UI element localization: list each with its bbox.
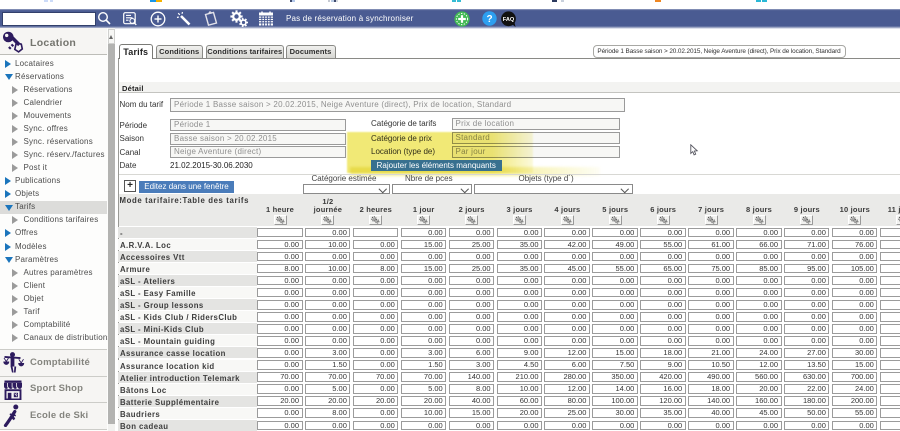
svg-text:FAQ: FAQ — [503, 17, 515, 23]
svg-text:?: ? — [486, 14, 492, 25]
